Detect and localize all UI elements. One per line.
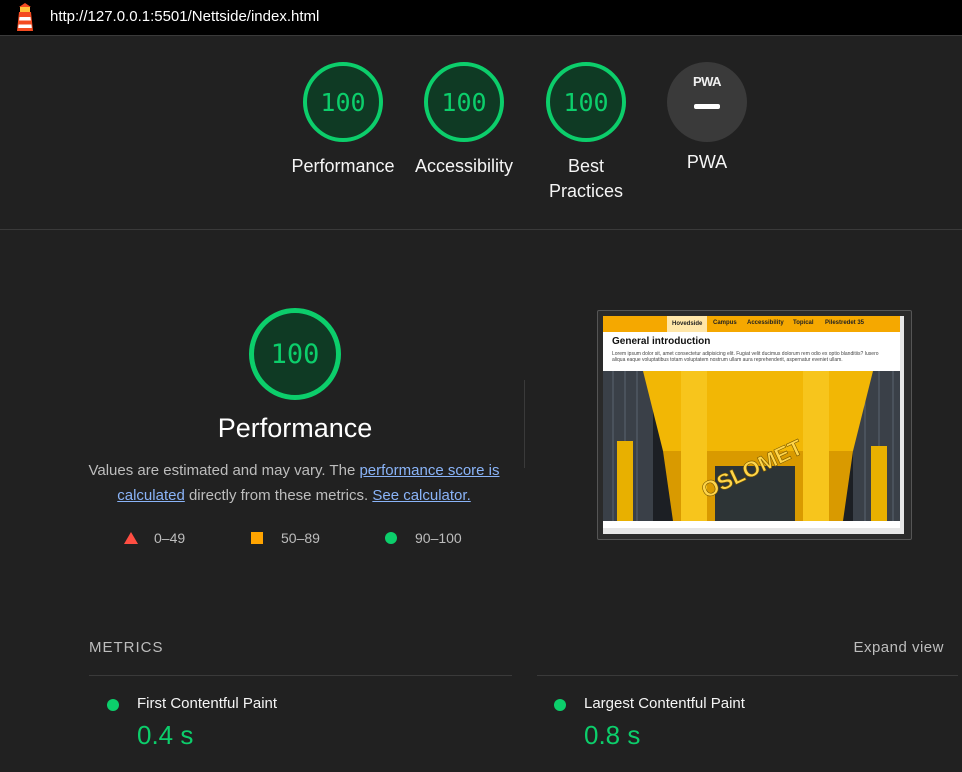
gauge-score: 100 — [424, 62, 504, 142]
gauge-pwa[interactable]: PWA PWA — [647, 62, 767, 175]
legend-average: 50–89 — [251, 530, 320, 546]
screenshot-nav-item: Accessibility — [747, 320, 784, 326]
metric-value: 0.8 s — [584, 720, 641, 750]
gauge-score: 100 — [303, 62, 383, 142]
square-average-icon — [251, 532, 263, 544]
gauge-accessibility[interactable]: 100 Accessibility — [404, 62, 524, 179]
metrics-heading: METRICS — [89, 639, 164, 656]
pwa-badge-text: PWA — [692, 74, 722, 89]
gauge-label: Accessibility — [414, 156, 514, 176]
gauge-label-line1: Best — [567, 156, 605, 176]
expand-view-toggle[interactable]: Expand view — [853, 639, 944, 656]
report-topbar: http://127.0.0.1:5501/Nettside/index.htm… — [0, 0, 962, 36]
triangle-fail-icon — [124, 532, 138, 544]
gauge-label-line2: Practices — [548, 181, 624, 201]
legend-range: 0–49 — [154, 530, 186, 546]
score-scale-legend: 0–49 50–89 90–100 — [0, 530, 600, 550]
legend-fail: 0–49 — [124, 530, 185, 546]
gauge-performance[interactable]: 100 Performance — [283, 62, 403, 179]
report-url[interactable]: http://127.0.0.1:5501/Nettside/index.htm… — [50, 8, 319, 25]
legend-range: 90–100 — [415, 530, 462, 546]
section-divider — [524, 380, 525, 468]
performance-description: Values are estimated and may vary. The p… — [88, 458, 500, 508]
see-calculator-link[interactable]: See calculator. — [372, 487, 470, 504]
performance-title: Performance — [217, 413, 373, 443]
screenshot-nav-item: Pilestredet 35 — [825, 320, 865, 326]
metric-value: 0.4 s — [137, 720, 194, 750]
lighthouse-icon — [17, 3, 33, 31]
description-text: directly from these metrics. — [184, 487, 373, 504]
metric-name: First Contentful Paint — [137, 695, 278, 712]
screenshot-nav: Hovedside Campus Accessibility Topical P… — [603, 316, 904, 332]
screenshot-vscrollbar — [900, 316, 904, 534]
legend-range: 50–89 — [281, 530, 320, 546]
score-gauges: 100 Performance 100 Accessibility 100 Be… — [0, 36, 962, 230]
performance-score-gauge: 100 — [249, 308, 341, 400]
pwa-badge-icon: PWA — [667, 62, 747, 142]
circle-pass-icon — [107, 699, 119, 711]
screenshot-page: Hovedside Campus Accessibility Topical P… — [603, 316, 904, 534]
screenshot-hscrollbar — [603, 528, 904, 534]
metrics-divider — [89, 675, 512, 676]
metrics-divider — [537, 675, 958, 676]
screenshot-nav-item: Campus — [713, 320, 737, 326]
pwa-dash-icon — [694, 104, 720, 109]
gauge-label: Best Practices — [526, 154, 646, 204]
screenshot-heading: General introduction — [612, 336, 711, 347]
description-text: Values are estimated and may vary. The — [88, 462, 360, 479]
circle-pass-icon — [385, 532, 397, 544]
metric-name: Largest Contentful Paint — [584, 695, 745, 712]
building-photo: OSLOMET — [603, 371, 904, 521]
gauge-label: PWA — [686, 152, 728, 172]
gauge-best-practices[interactable]: 100 Best Practices — [526, 62, 646, 204]
gauge-score: 100 — [546, 62, 626, 142]
circle-pass-icon — [554, 699, 566, 711]
final-screenshot[interactable]: Hovedside Campus Accessibility Topical P… — [597, 310, 912, 540]
gauge-label: Performance — [291, 156, 395, 176]
screenshot-nav-item: Topical — [793, 320, 814, 326]
screenshot-nav-item: Hovedside — [667, 316, 708, 332]
legend-pass: 90–100 — [385, 530, 462, 546]
screenshot-body-text: Lorem ipsum dolor sit, amet consectetur … — [612, 351, 879, 363]
